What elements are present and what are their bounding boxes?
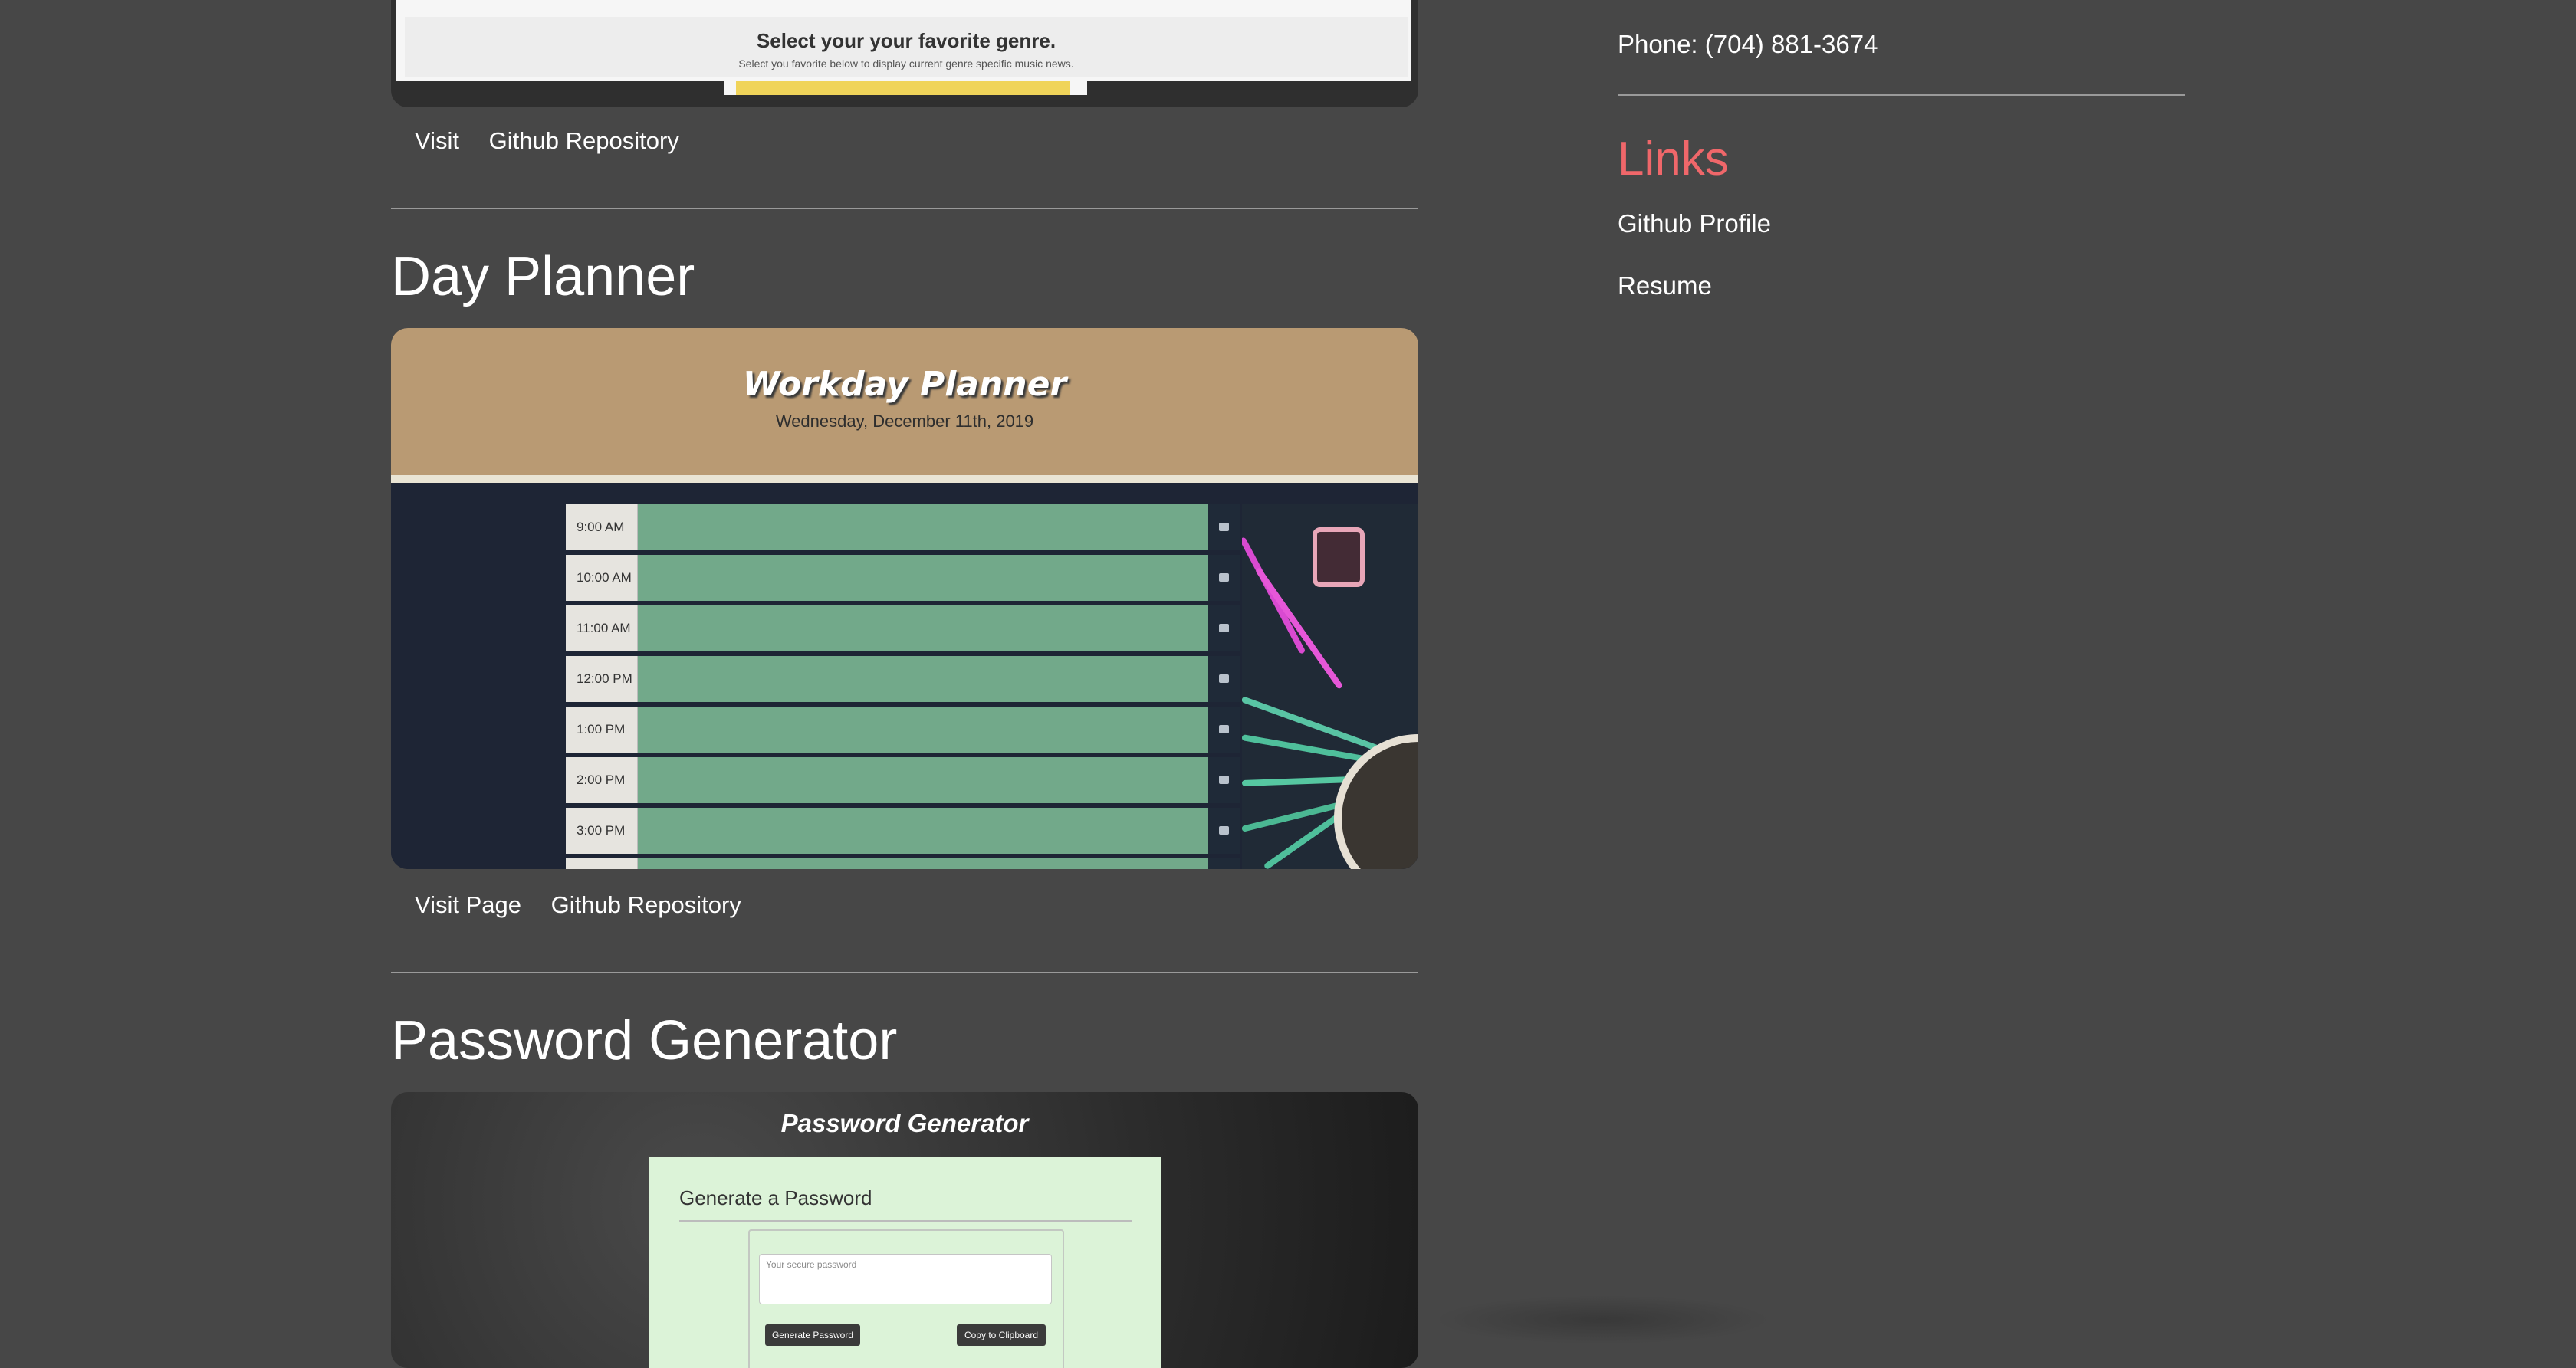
planner-description (638, 858, 1208, 869)
day-planner-title: Day Planner (391, 246, 695, 307)
day-planner-links: Visit Page Github Repository (415, 891, 764, 919)
pass-screenshot-card: Generate a Password Your secure password… (649, 1157, 1161, 1368)
planner-hour-label: 3:00 PM (566, 808, 638, 854)
planner-hour-label: 1:00 PM (566, 707, 638, 753)
genre-screenshot-header: Select your your favorite genre. Select … (405, 17, 1408, 77)
save-icon (1208, 707, 1240, 753)
day-planner-github-link[interactable]: Github Repository (551, 891, 741, 918)
resume-link[interactable]: Resume (1618, 271, 1712, 300)
day-planner-visit-link[interactable]: Visit Page (415, 891, 521, 918)
save-icon (1208, 555, 1240, 601)
contact-phone: Phone: (704) 881-3674 (1618, 30, 1878, 58)
planner-hour-label: 12:00 PM (566, 656, 638, 702)
planner-row: 9:00 AM (566, 504, 1240, 555)
links-heading: Links (1618, 133, 1729, 185)
pass-screenshot-title: Password Generator (780, 1109, 1029, 1137)
divider (391, 208, 1418, 209)
password-generator-title: Password Generator (391, 1010, 898, 1071)
planner-hour-label: 2:00 PM (566, 757, 638, 803)
save-icon (1208, 757, 1240, 803)
planner-hour-label: 10:00 AM (566, 555, 638, 601)
genre-project-screenshot: Select your your favorite genre. Select … (391, 0, 1418, 107)
page-shadow (1434, 1295, 1771, 1344)
planner-row: 11:00 AM (566, 605, 1240, 656)
planner-description (638, 605, 1208, 651)
planner-screenshot-date: Wednesday, December 11th, 2019 (775, 412, 1034, 431)
planner-row: 2:00 PM (566, 757, 1240, 808)
planner-hour-label: 9:00 AM (566, 504, 638, 550)
pass-card-title: Generate a Password (679, 1186, 872, 1209)
planner-row: 10:00 AM (566, 555, 1240, 605)
password-generator-screenshot: Password Generator Generate a Password Y… (391, 1092, 1418, 1368)
planner-row (566, 858, 1240, 869)
genre-screenshot-title: Select your your favorite genre. (756, 29, 1056, 52)
planner-description (638, 656, 1208, 702)
sidebar-divider (1618, 94, 2185, 96)
ferris-wheel-image (1242, 504, 1418, 869)
planner-hour-label-partial (566, 858, 638, 869)
pass-output-field: Your secure password (759, 1254, 1052, 1304)
genre-visit-link[interactable]: Visit (415, 127, 459, 154)
planner-row: 1:00 PM (566, 707, 1240, 757)
planner-description (638, 707, 1208, 753)
save-icon (1208, 656, 1240, 702)
planner-screenshot-title: Workday Planner (742, 365, 1067, 404)
genre-project-links: Visit Github Repository (415, 127, 702, 155)
github-profile-link[interactable]: Github Profile (1618, 209, 1771, 238)
planner-screenshot-body: 9:00 AM 10:00 AM 11:00 AM 12:00 PM 1:00 … (391, 483, 1418, 869)
genre-github-link[interactable]: Github Repository (489, 127, 679, 154)
save-icon (1208, 808, 1240, 854)
pass-generate-button: Generate Password (765, 1324, 860, 1346)
planner-description (638, 757, 1208, 803)
planner-row: 12:00 PM (566, 656, 1240, 707)
planner-hour-label: 11:00 AM (566, 605, 638, 651)
pass-card-body: Your secure password Generate Password C… (748, 1229, 1064, 1368)
planner-row: 3:00 PM (566, 808, 1240, 858)
pass-copy-button: Copy to Clipboard (957, 1324, 1046, 1346)
save-icon (1208, 858, 1240, 869)
day-planner-screenshot: Workday Planner Wednesday, December 11th… (391, 328, 1418, 869)
planner-header-stripe (391, 475, 1418, 483)
genre-screenshot-subtitle: Select you favorite below to display cur… (738, 57, 1074, 70)
save-icon (1208, 504, 1240, 550)
planner-screenshot-header: Workday Planner Wednesday, December 11th… (391, 328, 1418, 475)
save-icon (1208, 605, 1240, 651)
genre-screenshot-panel: Select your your favorite genre. Select … (396, 0, 1411, 81)
planner-description (638, 504, 1208, 550)
planner-description (638, 555, 1208, 601)
pass-card-divider (679, 1220, 1132, 1222)
divider (391, 972, 1418, 973)
genre-screenshot-button (724, 81, 1087, 95)
planner-description (638, 808, 1208, 854)
